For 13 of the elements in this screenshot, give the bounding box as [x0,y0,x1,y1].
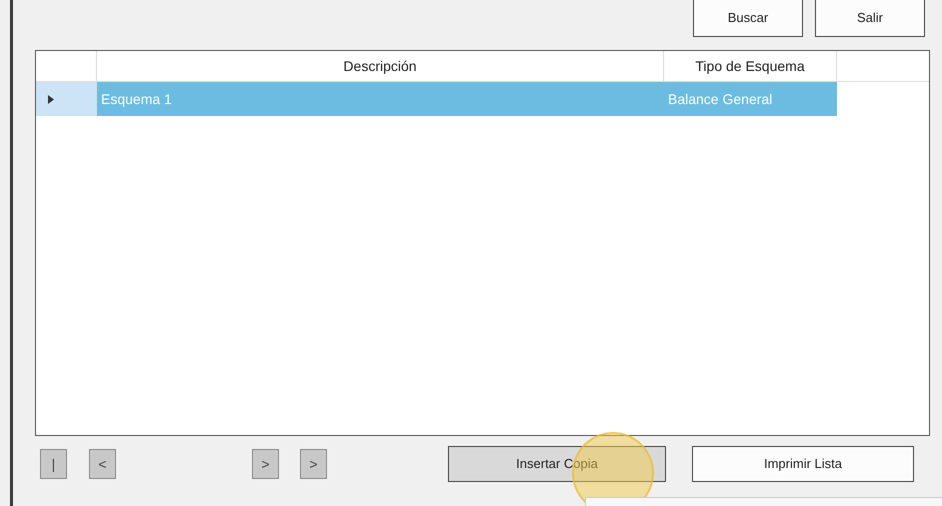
nav-button[interactable]: > [252,449,279,479]
column-header[interactable]: Tipo de Esquema [664,51,837,81]
column-header[interactable]: Descripción [97,51,664,81]
action-button[interactable]: Insertar Copia [448,446,666,482]
table-cell: Esquema 1 [97,82,664,116]
nav-button[interactable]: > [300,449,327,479]
toolbar-button[interactable]: Salir [815,0,925,37]
current-row-icon [48,94,54,104]
table-cell: Balance General [664,82,837,116]
action-button[interactable]: Imprimir Lista [692,446,914,482]
nav-button[interactable]: | [40,449,67,479]
toolbar-button[interactable]: Buscar [693,0,803,37]
nav-button[interactable]: < [89,449,116,479]
